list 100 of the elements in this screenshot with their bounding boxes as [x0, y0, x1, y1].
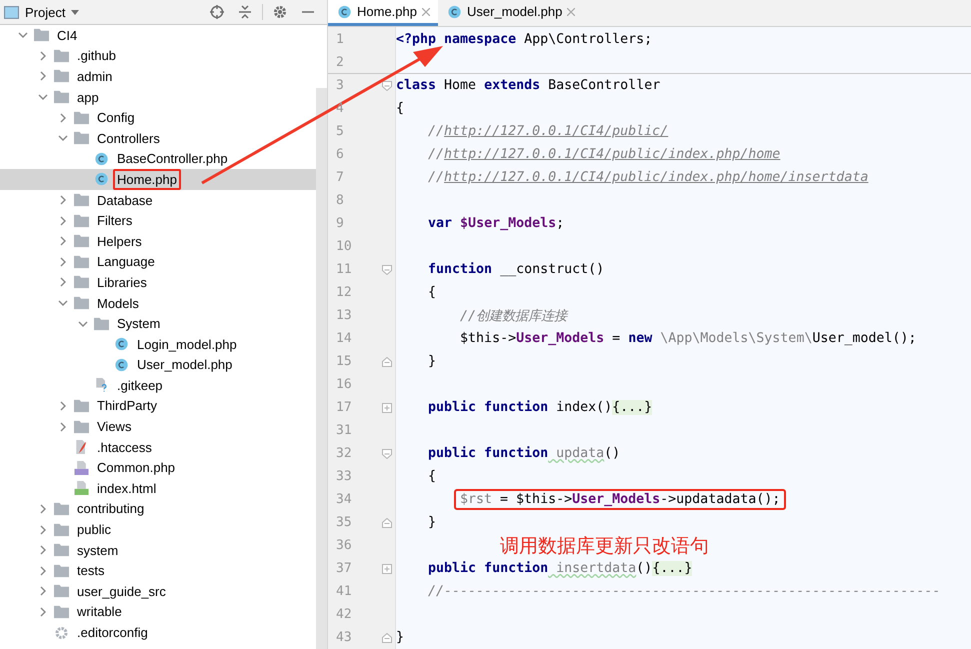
tree-item[interactable]: app — [73, 86, 103, 108]
code-link[interactable]: http://127.0.0.1/CI4/public/index.php/home — [444, 147, 780, 162]
tree-item[interactable]: Language — [93, 251, 159, 272]
scrollbar[interactable] — [316, 88, 327, 649]
tree-item[interactable]: Views — [93, 416, 136, 438]
chevron-icon[interactable] — [38, 504, 48, 514]
chevron-icon[interactable] — [38, 92, 48, 102]
tree-item[interactable]: admin — [73, 66, 116, 87]
tree-item[interactable]: system — [73, 540, 122, 561]
chevron-icon[interactable] — [38, 566, 48, 576]
line-number: 1 — [335, 31, 345, 49]
chevron-icon[interactable] — [58, 195, 68, 206]
tree-item[interactable]: .htaccess — [93, 436, 156, 458]
expand-icon[interactable] — [382, 564, 392, 574]
chevron-icon[interactable] — [58, 298, 68, 308]
fold-icon[interactable] — [382, 632, 392, 642]
tree-item[interactable]: Models — [93, 292, 143, 314]
tree-item[interactable]: Helpers — [93, 230, 146, 252]
code-text: \App\Models\System\ — [659, 331, 812, 346]
line-number: 6 — [335, 146, 345, 164]
fold-icon[interactable] — [382, 356, 392, 366]
gear-icon — [54, 626, 69, 640]
chevron-icon[interactable] — [58, 400, 68, 411]
chevron-icon[interactable] — [58, 277, 68, 288]
code-text: { — [396, 101, 404, 116]
line-number: 31 — [335, 422, 353, 440]
code-keyword: <?php namespace — [396, 32, 516, 47]
folder-icon — [74, 110, 89, 125]
panel-title[interactable]: Project — [25, 4, 66, 20]
settings-icon[interactable] — [273, 5, 287, 19]
folder-icon — [54, 522, 69, 537]
code-link[interactable]: http://127.0.0.1/CI4/public/ — [444, 124, 668, 139]
tree-item[interactable]: tests — [73, 560, 108, 582]
chevron-icon[interactable] — [58, 256, 68, 267]
line-number: 5 — [335, 123, 345, 141]
code-text: } — [396, 630, 404, 645]
fold-icon[interactable] — [382, 518, 392, 528]
chevron-icon[interactable] — [78, 318, 88, 329]
chevron-icon[interactable] — [38, 71, 48, 82]
collapse-icon[interactable] — [238, 5, 252, 19]
chevron-icon[interactable] — [38, 524, 48, 535]
tree-item[interactable]: BaseController.php — [113, 148, 232, 170]
chevron-icon[interactable] — [58, 236, 68, 246]
chevron-icon[interactable] — [18, 30, 28, 40]
tree-item[interactable]: Libraries — [93, 272, 151, 293]
line-number: 37 — [335, 560, 353, 578]
close-icon[interactable] — [422, 8, 430, 16]
chevron-icon[interactable] — [58, 216, 68, 226]
folder-icon — [74, 214, 89, 228]
tree-item[interactable]: contributing — [73, 498, 148, 520]
chevron-icon[interactable] — [38, 50, 48, 61]
tree-item[interactable]: Filters — [93, 210, 136, 232]
chevron-icon[interactable] — [58, 422, 68, 432]
tree-item[interactable]: Database — [93, 190, 157, 211]
chevron-icon[interactable] — [38, 586, 48, 596]
line-number: 33 — [335, 468, 353, 486]
editor-tab[interactable]: Home.php — [328, 0, 438, 26]
code-link[interactable]: http://127.0.0.1/CI4/public/index.php/home/insertdata — [444, 170, 868, 185]
chevron-icon[interactable] — [58, 133, 68, 144]
chevron-icon[interactable] — [38, 545, 48, 556]
tree-item[interactable]: .github — [73, 45, 120, 66]
fold-icon[interactable] — [382, 264, 392, 274]
line-number: 36 — [335, 537, 353, 555]
editor-tab[interactable]: User_model.php — [438, 0, 584, 26]
tree-item[interactable]: Home.php — [113, 168, 181, 190]
tree-item[interactable]: ThirdParty — [93, 395, 161, 416]
code-text: () — [604, 446, 620, 461]
folded-code[interactable]: {...} — [612, 400, 652, 415]
tree-item[interactable]: public — [73, 519, 115, 540]
php-file-icon — [74, 460, 89, 475]
fold-icon[interactable] — [382, 80, 392, 90]
chevron-icon[interactable] — [38, 606, 48, 617]
line-number: 8 — [335, 192, 345, 210]
tree-item[interactable]: User_model.php — [133, 354, 236, 376]
target-icon[interactable] — [210, 5, 224, 19]
tree-item[interactable]: System — [113, 313, 164, 334]
folder-icon — [74, 296, 89, 310]
line-number: 43 — [335, 629, 353, 647]
caret-icon[interactable] — [71, 10, 80, 14]
tree-item[interactable]: Login_model.php — [133, 334, 241, 355]
tree-item[interactable]: writable — [73, 601, 126, 622]
expand-icon[interactable] — [382, 402, 392, 412]
tree-item[interactable]: .gitkeep — [113, 374, 167, 396]
tree-item[interactable]: Config — [93, 107, 139, 128]
close-icon[interactable] — [567, 8, 576, 16]
code-comment: // — [427, 124, 444, 139]
folded-code[interactable]: {...} — [652, 561, 692, 576]
code-keyword: public function — [427, 400, 548, 415]
line-number: 3 — [335, 77, 345, 95]
tree-item[interactable]: CI4 — [53, 25, 82, 46]
tree-item[interactable]: .editorconfig — [73, 622, 152, 644]
fold-icon[interactable] — [382, 448, 392, 458]
tree-item[interactable]: Controllers — [93, 128, 164, 149]
line-number: 9 — [335, 215, 345, 233]
tree-item[interactable]: Common.php — [93, 457, 180, 478]
tree-item[interactable]: user_guide_src — [73, 580, 170, 602]
tree-item[interactable]: index.html — [93, 478, 160, 499]
chevron-icon[interactable] — [58, 112, 68, 123]
line-number: 35 — [335, 514, 353, 532]
class-icon — [337, 4, 352, 18]
